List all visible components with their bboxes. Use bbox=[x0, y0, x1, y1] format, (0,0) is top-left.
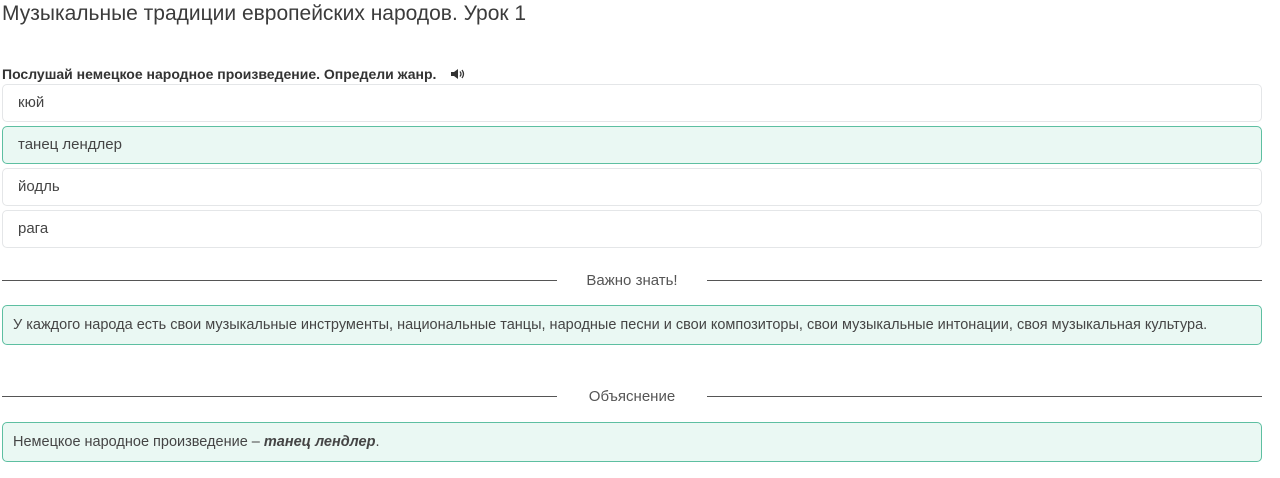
important-text: У каждого народа есть свои музыкальные и… bbox=[13, 317, 1208, 333]
explanation-suffix: . bbox=[375, 434, 380, 450]
answer-option-kyui[interactable]: кюй bbox=[2, 84, 1262, 122]
divider-line bbox=[2, 395, 557, 397]
answer-option-yodel[interactable]: йодль bbox=[2, 168, 1262, 206]
answer-option-label: рага bbox=[18, 220, 49, 237]
important-box: У каждого народа есть свои музыкальные и… bbox=[2, 305, 1262, 345]
divider-line bbox=[2, 279, 557, 281]
answer-options: кюй танец лендлер йодль рага bbox=[2, 84, 1262, 252]
divider-line bbox=[707, 279, 1262, 281]
question-prompt: Послушай немецкое народное произведение.… bbox=[2, 66, 466, 82]
important-divider: Важно знать! bbox=[2, 270, 1262, 290]
explanation-divider: Объяснение bbox=[2, 386, 1262, 406]
important-heading: Важно знать! bbox=[586, 271, 678, 289]
explanation-answer: танец лендлер bbox=[263, 434, 376, 450]
answer-option-landler[interactable]: танец лендлер bbox=[2, 126, 1262, 164]
answer-option-label: йодль bbox=[18, 178, 60, 195]
explanation-prefix: Немецкое народное произведение – bbox=[13, 434, 264, 450]
speaker-icon[interactable] bbox=[450, 67, 466, 81]
explanation-box: Немецкое народное произведение – танец л… bbox=[2, 422, 1262, 462]
question-text: Послушай немецкое народное произведение.… bbox=[2, 66, 437, 82]
answer-option-label: кюй bbox=[18, 94, 45, 111]
page-title: Музыкальные традиции европейских народов… bbox=[2, 2, 527, 25]
answer-option-raga[interactable]: рага bbox=[2, 210, 1262, 248]
explanation-heading: Объяснение bbox=[588, 387, 676, 405]
answer-option-label: танец лендлер bbox=[18, 136, 122, 153]
divider-line bbox=[707, 395, 1262, 397]
